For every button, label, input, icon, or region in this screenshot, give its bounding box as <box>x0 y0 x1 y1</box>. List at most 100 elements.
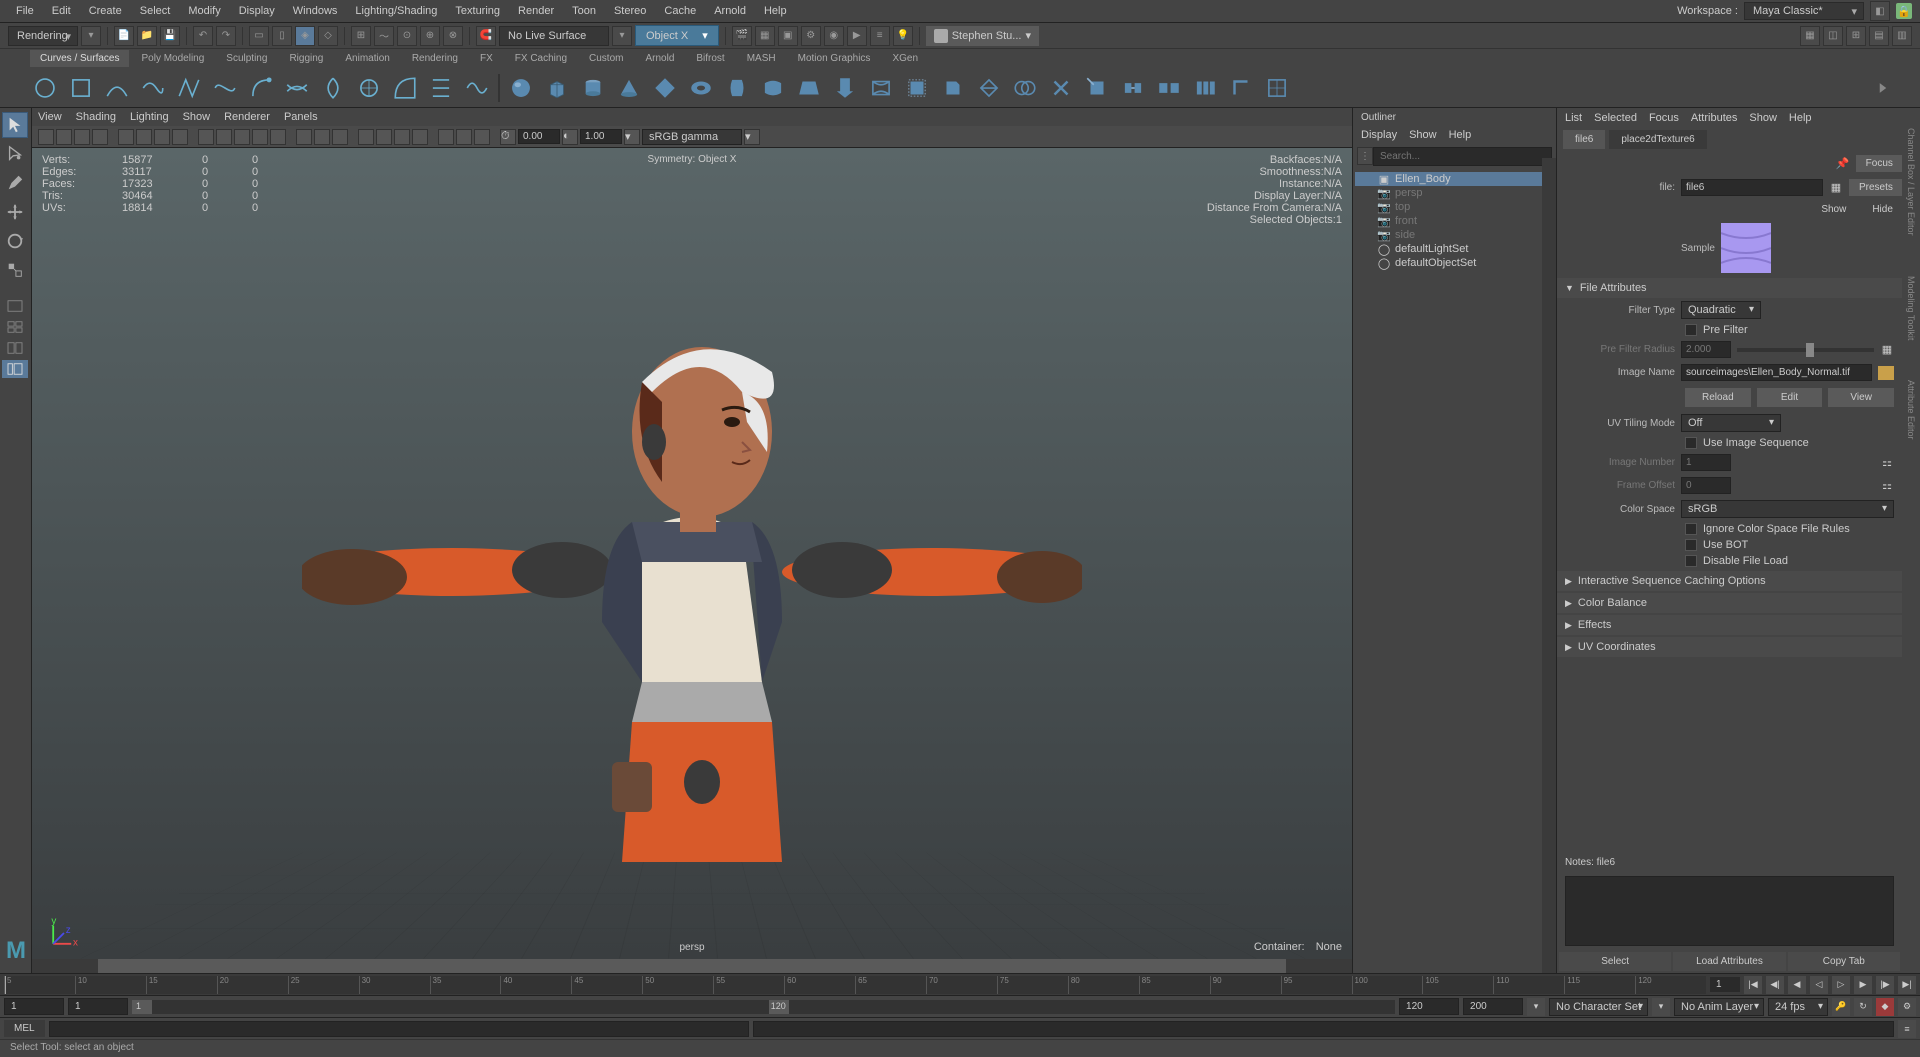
vp-menu-renderer[interactable]: Renderer <box>224 111 270 123</box>
mode-select[interactable]: Rendering <box>8 26 78 46</box>
char-set-opts-button[interactable]: ▾ <box>1652 998 1670 1016</box>
attr-hide-button[interactable]: Hide <box>1862 201 1903 218</box>
vp-clock-icon[interactable]: ⏱ <box>500 129 516 145</box>
step-back-button[interactable]: ◀| <box>1766 976 1784 994</box>
snap-curve-button[interactable]: 〜 <box>374 26 394 46</box>
select-comp-button[interactable]: ◇ <box>318 26 338 46</box>
vp-image-plane-button[interactable] <box>74 129 90 145</box>
shelf-tab-polymodeling[interactable]: Poly Modeling <box>131 50 214 67</box>
shelf-square-icon[interactable] <box>66 73 96 103</box>
vp-motion-blur-button[interactable] <box>376 129 392 145</box>
menu-create[interactable]: Create <box>81 2 130 20</box>
vp-textured-button[interactable] <box>234 129 250 145</box>
use-image-seq-checkbox[interactable] <box>1685 437 1697 449</box>
outliner-item-front[interactable]: 📷front <box>1355 214 1554 228</box>
vp-xray-button[interactable] <box>314 129 330 145</box>
shelf-boundary-icon[interactable] <box>902 73 932 103</box>
attr-menu-list[interactable]: List <box>1565 112 1582 124</box>
menu-select[interactable]: Select <box>132 2 179 20</box>
vp-wireframe-button[interactable] <box>198 129 214 145</box>
panel-layout-3-button[interactable]: ⊞ <box>1846 26 1866 46</box>
vp-isolate-button[interactable] <box>296 129 312 145</box>
attr-tab-file6[interactable]: file6 <box>1563 130 1605 149</box>
menu-display[interactable]: Display <box>231 2 283 20</box>
vp-menu-shading[interactable]: Shading <box>76 111 116 123</box>
attr-show-button[interactable]: Show <box>1811 201 1856 218</box>
shelf-curve6-icon[interactable] <box>282 73 312 103</box>
use-bot-checkbox[interactable] <box>1685 539 1697 551</box>
menu-texturing[interactable]: Texturing <box>447 2 508 20</box>
outliner-menu-display[interactable]: Display <box>1361 129 1397 141</box>
shelf-curve10-icon[interactable] <box>426 73 456 103</box>
menu-help[interactable]: Help <box>756 2 795 20</box>
outliner-search-input[interactable] <box>1373 147 1552 166</box>
layout-four-button[interactable] <box>2 318 28 336</box>
vp-menu-view[interactable]: View <box>38 111 62 123</box>
shelf-tab-custom[interactable]: Custom <box>579 50 633 67</box>
shelf-tab-xgen[interactable]: XGen <box>882 50 928 67</box>
frame-offset-expr-button[interactable]: ⚏ <box>1880 479 1894 493</box>
notes-textarea[interactable] <box>1565 876 1894 946</box>
section-file-attributes[interactable]: ▼File Attributes <box>1557 278 1902 298</box>
section-effects[interactable]: ▶Effects <box>1557 615 1902 635</box>
lock-icon[interactable]: 🔒 <box>1896 3 1912 19</box>
redo-button[interactable]: ↷ <box>216 26 236 46</box>
shelf-insert-iso-icon[interactable] <box>1262 73 1292 103</box>
mode-expand-button[interactable]: ▾ <box>81 26 101 46</box>
image-number-expr-button[interactable]: ⚏ <box>1880 456 1894 470</box>
shelf-sphere-icon[interactable] <box>506 73 536 103</box>
vp-time-input[interactable] <box>518 129 560 144</box>
attr-footer-copy-tab[interactable]: Copy Tab <box>1788 952 1900 971</box>
outliner-menu-help[interactable]: Help <box>1449 129 1472 141</box>
shelf-curve2-icon[interactable] <box>138 73 168 103</box>
pre-filter-map-button[interactable]: ▦ <box>1880 343 1894 357</box>
vp-resolution-button[interactable] <box>154 129 170 145</box>
shelf-curve9-icon[interactable] <box>390 73 420 103</box>
cmd-input[interactable] <box>49 1021 749 1037</box>
shelf-tab-rigging[interactable]: Rigging <box>279 50 333 67</box>
go-end-button[interactable]: ▶| <box>1898 976 1916 994</box>
shelf-cube-icon[interactable] <box>542 73 572 103</box>
timeline-current-frame[interactable]: 1 <box>1710 977 1740 992</box>
section-uv-coords[interactable]: ▶UV Coordinates <box>1557 637 1902 657</box>
disable-file-load-checkbox[interactable] <box>1685 555 1697 567</box>
outliner-search-opts-button[interactable]: ⋮ <box>1357 147 1373 165</box>
tab-channel-box[interactable]: Channel Box / Layer Editor <box>1906 128 1916 236</box>
vp-aa-button[interactable] <box>394 129 410 145</box>
vp-bookmark-button[interactable] <box>56 129 72 145</box>
vp-2d-pan-button[interactable] <box>92 129 108 145</box>
shelf-extrude-icon[interactable] <box>830 73 860 103</box>
view-button[interactable]: View <box>1828 388 1894 407</box>
step-forward-button[interactable]: |▶ <box>1876 976 1894 994</box>
vp-shadows-button[interactable] <box>270 129 286 145</box>
menu-render[interactable]: Render <box>510 2 562 20</box>
menu-windows[interactable]: Windows <box>285 2 346 20</box>
attr-menu-focus[interactable]: Focus <box>1649 112 1679 124</box>
light-editor-button[interactable]: 💡 <box>893 26 913 46</box>
outliner-item-defaultlightset[interactable]: ◯defaultLightSet <box>1355 242 1554 256</box>
attr-menu-selected[interactable]: Selected <box>1594 112 1637 124</box>
set-key-button[interactable]: ◆ <box>1876 998 1894 1016</box>
section-isco[interactable]: ▶Interactive Sequence Caching Options <box>1557 571 1902 591</box>
vp-menu-panels[interactable]: Panels <box>284 111 318 123</box>
layout-two-button[interactable] <box>2 339 28 357</box>
menu-lightingshading[interactable]: Lighting/Shading <box>347 2 445 20</box>
vp-gate-mask-button[interactable] <box>172 129 188 145</box>
pre-filter-checkbox[interactable] <box>1685 324 1697 336</box>
move-tool-button[interactable] <box>2 199 28 225</box>
snap-grid-button[interactable]: ⊞ <box>351 26 371 46</box>
shelf-curve4-icon[interactable] <box>210 73 240 103</box>
shelf-cone-icon[interactable] <box>614 73 644 103</box>
outliner-vscrollbar[interactable] <box>1542 158 1556 973</box>
shelf-tab-fxcaching[interactable]: FX Caching <box>505 50 577 67</box>
vp-view-transform-button[interactable] <box>474 129 490 145</box>
outliner-menu-show[interactable]: Show <box>1409 129 1437 141</box>
shelf-loft-icon[interactable] <box>758 73 788 103</box>
reload-button[interactable]: Reload <box>1685 388 1751 407</box>
range-start-outer-input[interactable] <box>4 998 64 1015</box>
vp-scale-icon[interactable]: ◐ <box>562 129 578 145</box>
workspace-reset-button[interactable]: ◧ <box>1870 1 1890 21</box>
attr-tab-place2dtexture6[interactable]: place2dTexture6 <box>1609 130 1706 149</box>
vp-xray-joints-button[interactable] <box>332 129 348 145</box>
outliner-item-ellen_body[interactable]: ▣Ellen_Body <box>1355 172 1554 186</box>
